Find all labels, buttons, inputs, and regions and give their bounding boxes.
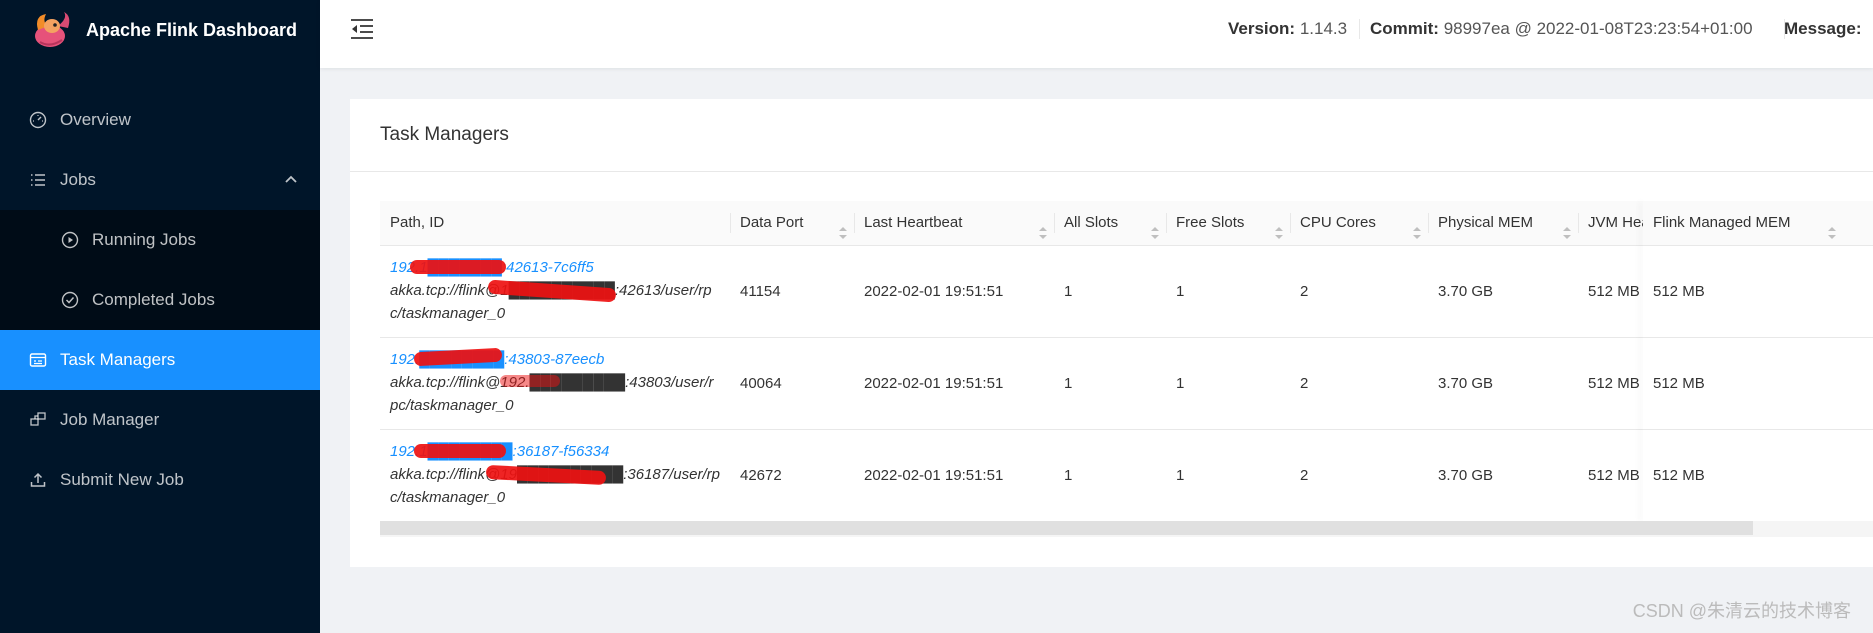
version-value: 1.14.3 bbox=[1299, 19, 1348, 38]
column-header-data-port[interactable]: Data Port bbox=[730, 201, 854, 245]
sort-icon[interactable] bbox=[1562, 215, 1572, 239]
data-port-cell: 40064 bbox=[740, 375, 782, 392]
cpu-cores-cell: 2 bbox=[1300, 283, 1309, 300]
commit-value: 98997ea @ 2022-01-08T23:23:54+01:00 bbox=[1443, 19, 1753, 38]
sort-icon[interactable] bbox=[1827, 215, 1837, 239]
sort-icon[interactable] bbox=[1038, 215, 1048, 239]
sidebar: Apache Flink Dashboard Overview Jobs Run… bbox=[0, 0, 320, 633]
jvm-heap-cell: 512 MB bbox=[1588, 467, 1640, 484]
play-circle-icon bbox=[60, 230, 80, 250]
upload-icon bbox=[28, 470, 48, 490]
logo[interactable]: Apache Flink Dashboard bbox=[0, 0, 320, 60]
redaction-scribble bbox=[410, 260, 506, 274]
task-managers-card: Task Managers Path, ID Data Port Last He… bbox=[350, 99, 1873, 567]
sidebar-item-overview[interactable]: Overview bbox=[0, 90, 320, 150]
free-slots-cell: 1 bbox=[1176, 283, 1185, 300]
jvm-heap-cell: 512 MB bbox=[1588, 375, 1640, 392]
sort-icon[interactable] bbox=[838, 215, 848, 239]
version-info: Version: 1.14.3 bbox=[1228, 19, 1347, 39]
sidebar-item-label: Submit New Job bbox=[60, 470, 184, 489]
watermark: CSDN @朱清云的技术博客 bbox=[1632, 601, 1851, 621]
table-row: 512 MB bbox=[1643, 430, 1843, 522]
cluster-icon bbox=[28, 410, 48, 430]
table-row: 512 MB bbox=[1643, 338, 1843, 430]
sidebar-item-label: Job Manager bbox=[60, 410, 160, 429]
column-header-all-slots[interactable]: All Slots bbox=[1054, 201, 1166, 245]
free-slots-cell: 1 bbox=[1176, 467, 1185, 484]
message-info: Message: bbox=[1784, 19, 1861, 39]
data-port-cell: 41154 bbox=[740, 283, 781, 300]
commit-label: Commit: bbox=[1370, 19, 1439, 38]
jvm-heap-cell: 512 MB bbox=[1588, 283, 1640, 300]
task-managers-icon bbox=[28, 350, 48, 370]
chevron-up-icon[interactable] bbox=[284, 172, 298, 192]
sidebar-item-submit-new-job[interactable]: Submit New Job bbox=[0, 450, 320, 510]
managed-mem-cell: 512 MB bbox=[1653, 283, 1705, 300]
sidebar-item-label: Overview bbox=[60, 110, 131, 129]
managed-mem-cell: 512 MB bbox=[1653, 467, 1705, 484]
menu-fold-icon[interactable] bbox=[350, 18, 374, 40]
sidebar-item-running-jobs[interactable]: Running Jobs bbox=[0, 210, 320, 270]
scrollbar-thumb[interactable] bbox=[380, 521, 1753, 535]
version-label: Version: bbox=[1228, 19, 1296, 38]
column-header-physical-mem[interactable]: Physical MEM bbox=[1428, 201, 1578, 245]
data-port-cell: 42672 bbox=[740, 467, 782, 484]
last-heartbeat-cell: 2022-02-01 19:51:51 bbox=[864, 283, 1004, 300]
sidebar-menu: Overview Jobs Running Jobs Completed Job… bbox=[0, 90, 320, 510]
sidebar-item-completed-jobs[interactable]: Completed Jobs bbox=[0, 270, 320, 330]
column-header-jvm-heap[interactable]: JVM Heap bbox=[1578, 201, 1643, 245]
task-managers-table: Path, ID Data Port Last Heartbeat All Sl… bbox=[380, 201, 1873, 537]
sidebar-item-label: Task Managers bbox=[60, 350, 176, 369]
check-circle-icon bbox=[60, 290, 80, 310]
column-header-cpu-cores[interactable]: CPU Cores bbox=[1290, 201, 1428, 245]
physical-mem-cell: 3.70 GB bbox=[1438, 283, 1494, 300]
flink-squirrel-logo bbox=[35, 12, 70, 47]
last-heartbeat-cell: 2022-02-01 19:51:51 bbox=[864, 375, 1004, 392]
free-slots-cell: 1 bbox=[1176, 375, 1185, 392]
all-slots-cell: 1 bbox=[1064, 375, 1073, 392]
header-divider bbox=[1359, 19, 1360, 39]
cpu-cores-cell: 2 bbox=[1300, 375, 1309, 392]
fixed-column-flink-managed-mem: Flink Managed MEM 512 MB 512 MB 512 MB bbox=[1643, 201, 1843, 522]
sort-icon[interactable] bbox=[1274, 215, 1284, 239]
last-heartbeat-cell: 2022-02-01 19:51:51 bbox=[864, 467, 1004, 484]
top-header: Version: 1.14.3 Commit: 98997ea @ 2022-0… bbox=[320, 0, 1873, 68]
column-header-last-heartbeat[interactable]: Last Heartbeat bbox=[854, 201, 1054, 245]
all-slots-cell: 1 bbox=[1064, 283, 1073, 300]
sidebar-item-label: Jobs bbox=[60, 170, 96, 189]
app-title: Apache Flink Dashboard bbox=[86, 19, 298, 40]
sidebar-item-job-manager[interactable]: Job Manager bbox=[0, 390, 320, 450]
physical-mem-cell: 3.70 GB bbox=[1438, 467, 1494, 484]
sidebar-item-label: Completed Jobs bbox=[92, 290, 215, 309]
column-header-flink-managed-mem[interactable]: Flink Managed MEM bbox=[1643, 201, 1843, 245]
all-slots-cell: 1 bbox=[1064, 467, 1073, 484]
table-row: 512 MB bbox=[1643, 246, 1843, 338]
horizontal-scrollbar[interactable] bbox=[380, 521, 1873, 537]
column-header-path-id: Path, ID bbox=[390, 214, 445, 231]
physical-mem-cell: 3.70 GB bbox=[1438, 375, 1494, 392]
sort-icon[interactable] bbox=[1412, 215, 1422, 239]
sidebar-item-jobs[interactable]: Jobs bbox=[0, 150, 320, 210]
column-header-free-slots[interactable]: Free Slots bbox=[1166, 201, 1290, 245]
sidebar-item-task-managers[interactable]: Task Managers bbox=[0, 330, 320, 390]
redaction-scribble bbox=[500, 375, 560, 387]
list-icon bbox=[28, 170, 48, 190]
table-header: Flink Managed MEM bbox=[1643, 201, 1843, 246]
card-title: Task Managers bbox=[350, 99, 1873, 172]
cpu-cores-cell: 2 bbox=[1300, 467, 1309, 484]
sidebar-item-label: Running Jobs bbox=[92, 230, 196, 249]
managed-mem-cell: 512 MB bbox=[1653, 375, 1705, 392]
dashboard-icon bbox=[28, 110, 48, 130]
redaction-scribble bbox=[414, 444, 506, 458]
sort-icon[interactable] bbox=[1150, 215, 1160, 239]
commit-info: Commit: 98997ea @ 2022-01-08T23:23:54+01… bbox=[1370, 19, 1753, 39]
message-label: Message: bbox=[1784, 19, 1862, 38]
